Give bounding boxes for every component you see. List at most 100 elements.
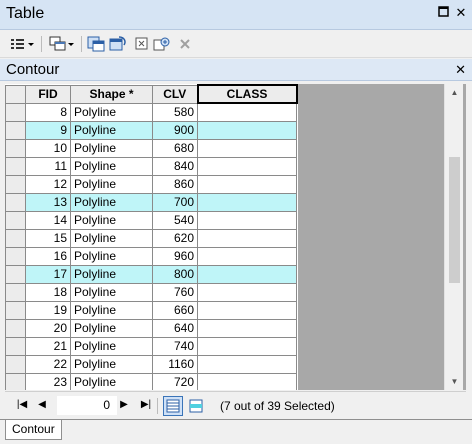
cell-class[interactable] bbox=[197, 372, 297, 390]
show-all-records-icon[interactable] bbox=[163, 396, 183, 416]
cell-class[interactable] bbox=[197, 282, 297, 302]
cell-clv[interactable]: 800 bbox=[152, 264, 198, 284]
row-selector[interactable] bbox=[5, 174, 26, 194]
row-selector-header[interactable] bbox=[5, 84, 26, 104]
table-row[interactable]: 8 Polyline 580 bbox=[5, 102, 297, 122]
cell-shape[interactable]: Polyline bbox=[70, 246, 153, 266]
row-selector[interactable] bbox=[5, 318, 26, 338]
column-header-class[interactable]: CLASS bbox=[196, 84, 298, 104]
table-row[interactable]: 9 Polyline 900 bbox=[5, 120, 297, 140]
cell-fid[interactable]: 19 bbox=[25, 300, 71, 320]
last-record-icon[interactable]: ▶| bbox=[139, 399, 153, 410]
cell-shape[interactable]: Polyline bbox=[70, 156, 153, 176]
row-selector[interactable] bbox=[5, 156, 26, 176]
cell-class[interactable] bbox=[197, 228, 297, 248]
cell-clv[interactable]: 640 bbox=[152, 318, 198, 338]
table-row[interactable]: 12 Polyline 860 bbox=[5, 174, 297, 194]
cell-fid[interactable]: 16 bbox=[25, 246, 71, 266]
cell-fid[interactable]: 20 bbox=[25, 318, 71, 338]
cell-class[interactable] bbox=[197, 300, 297, 320]
cell-class[interactable] bbox=[197, 264, 297, 284]
zoom-to-selected-icon[interactable] bbox=[152, 35, 172, 53]
table-row[interactable]: 17 Polyline 800 bbox=[5, 264, 297, 284]
cell-clv[interactable]: 840 bbox=[152, 156, 198, 176]
cell-fid[interactable]: 9 bbox=[25, 120, 71, 140]
column-header-clv[interactable]: CLV bbox=[152, 84, 198, 104]
table-row[interactable]: 23 Polyline 720 bbox=[5, 372, 297, 390]
switch-selection-icon[interactable] bbox=[108, 35, 128, 53]
cell-fid[interactable]: 18 bbox=[25, 282, 71, 302]
cell-shape[interactable]: Polyline bbox=[70, 264, 153, 284]
table-row[interactable]: 10 Polyline 680 bbox=[5, 138, 297, 158]
table-row[interactable]: 16 Polyline 960 bbox=[5, 246, 297, 266]
cell-clv[interactable]: 1160 bbox=[152, 354, 198, 374]
cell-fid[interactable]: 23 bbox=[25, 372, 71, 390]
cell-clv[interactable]: 660 bbox=[152, 300, 198, 320]
cell-class[interactable] bbox=[197, 102, 297, 122]
cell-fid[interactable]: 13 bbox=[25, 192, 71, 212]
cell-fid[interactable]: 15 bbox=[25, 228, 71, 248]
scroll-thumb[interactable] bbox=[449, 157, 460, 283]
table-options-icon[interactable] bbox=[8, 35, 36, 53]
related-tables-icon[interactable] bbox=[48, 35, 76, 53]
row-selector[interactable] bbox=[5, 228, 26, 248]
vertical-scrollbar[interactable]: ▲ ▼ bbox=[444, 84, 463, 390]
scroll-up-icon[interactable]: ▲ bbox=[445, 84, 464, 101]
cell-clv[interactable]: 740 bbox=[152, 336, 198, 356]
table-row[interactable]: 22 Polyline 1160 bbox=[5, 354, 297, 374]
cell-fid[interactable]: 11 bbox=[25, 156, 71, 176]
cell-clv[interactable]: 900 bbox=[152, 120, 198, 140]
cell-fid[interactable]: 21 bbox=[25, 336, 71, 356]
table-row[interactable]: 13 Polyline 700 bbox=[5, 192, 297, 212]
first-record-icon[interactable]: |◀ bbox=[15, 399, 29, 410]
cell-shape[interactable]: Polyline bbox=[70, 372, 153, 390]
cell-fid[interactable]: 17 bbox=[25, 264, 71, 284]
cell-class[interactable] bbox=[197, 138, 297, 158]
cell-class[interactable] bbox=[197, 156, 297, 176]
row-selector[interactable] bbox=[5, 264, 26, 284]
cell-shape[interactable]: Polyline bbox=[70, 174, 153, 194]
column-header-shape[interactable]: Shape * bbox=[70, 84, 153, 104]
previous-record-icon[interactable]: ◀ bbox=[35, 399, 49, 410]
cell-shape[interactable]: Polyline bbox=[70, 102, 153, 122]
cell-fid[interactable]: 22 bbox=[25, 354, 71, 374]
row-selector[interactable] bbox=[5, 372, 26, 390]
cell-fid[interactable]: 12 bbox=[25, 174, 71, 194]
cell-shape[interactable]: Polyline bbox=[70, 336, 153, 356]
cell-clv[interactable]: 860 bbox=[152, 174, 198, 194]
row-selector[interactable] bbox=[5, 300, 26, 320]
column-header-fid[interactable]: FID bbox=[25, 84, 71, 104]
delete-selected-icon[interactable] bbox=[175, 35, 195, 53]
table-row[interactable]: 20 Polyline 640 bbox=[5, 318, 297, 338]
cell-class[interactable] bbox=[197, 354, 297, 374]
cell-clv[interactable]: 760 bbox=[152, 282, 198, 302]
table-row[interactable]: 11 Polyline 840 bbox=[5, 156, 297, 176]
cell-shape[interactable]: Polyline bbox=[70, 282, 153, 302]
restore-icon[interactable] bbox=[436, 6, 450, 20]
cell-shape[interactable]: Polyline bbox=[70, 354, 153, 374]
close-window-icon[interactable]: ✕ bbox=[454, 6, 468, 20]
cell-clv[interactable]: 680 bbox=[152, 138, 198, 158]
cell-class[interactable] bbox=[197, 210, 297, 230]
cell-clv[interactable]: 580 bbox=[152, 102, 198, 122]
table-row[interactable]: 21 Polyline 740 bbox=[5, 336, 297, 356]
bottom-tab-contour[interactable]: Contour bbox=[5, 420, 62, 440]
cell-clv[interactable]: 540 bbox=[152, 210, 198, 230]
select-by-attributes-icon[interactable] bbox=[86, 35, 106, 53]
show-selected-records-icon[interactable] bbox=[186, 396, 206, 416]
next-record-icon[interactable]: ▶ bbox=[117, 399, 131, 410]
cell-clv[interactable]: 620 bbox=[152, 228, 198, 248]
current-record-input[interactable]: 0 bbox=[57, 396, 117, 415]
cell-class[interactable] bbox=[197, 318, 297, 338]
cell-shape[interactable]: Polyline bbox=[70, 120, 153, 140]
cell-shape[interactable]: Polyline bbox=[70, 138, 153, 158]
table-row[interactable]: 18 Polyline 760 bbox=[5, 282, 297, 302]
clear-selection-icon[interactable] bbox=[132, 35, 152, 53]
row-selector[interactable] bbox=[5, 120, 26, 140]
cell-clv[interactable]: 700 bbox=[152, 192, 198, 212]
row-selector[interactable] bbox=[5, 336, 26, 356]
cell-class[interactable] bbox=[197, 246, 297, 266]
row-selector[interactable] bbox=[5, 138, 26, 158]
cell-fid[interactable]: 10 bbox=[25, 138, 71, 158]
cell-class[interactable] bbox=[197, 174, 297, 194]
